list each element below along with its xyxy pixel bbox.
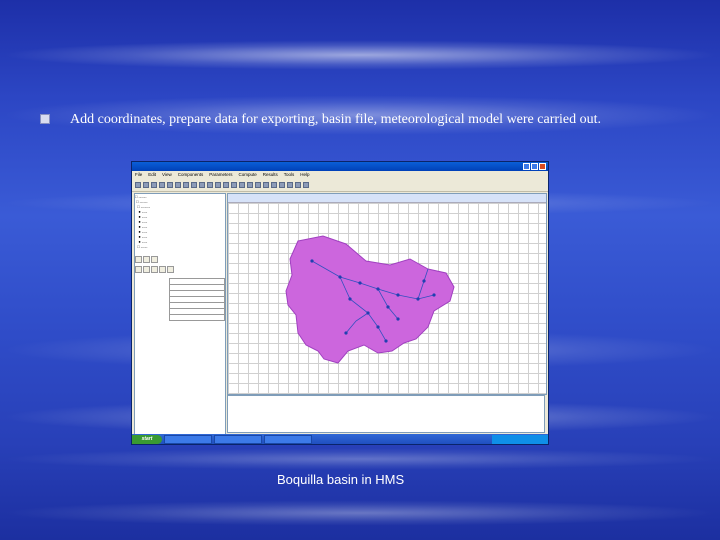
watershed-explorer: □ ------ □ ------ □ ------- ● ---- ● ---… — [134, 193, 226, 435]
basin-map-window — [227, 193, 547, 395]
component-tree: □ ------ □ ------ □ ------- ● ---- ● ---… — [135, 194, 151, 249]
menu-item: View — [162, 172, 172, 177]
map-window-title — [228, 194, 546, 203]
message-log — [227, 395, 545, 433]
explorer-tabs — [135, 256, 225, 263]
hms-screenshot: File Edit View Components Parameters Compute R… — [131, 161, 549, 445]
bullet-icon — [40, 114, 50, 124]
menu-item: Results — [262, 172, 278, 177]
menu-item: File — [135, 172, 143, 177]
menu-bar: File Edit View Components Parameters Compute R… — [132, 171, 548, 179]
boquilla-basin-shape — [285, 235, 455, 364]
slide-caption: Boquilla basin in HMS — [277, 472, 405, 487]
taskbar-item — [214, 434, 262, 444]
taskbar-item — [164, 434, 212, 444]
window-controls — [523, 163, 546, 170]
menu-item: Components — [177, 172, 204, 177]
background-streak — [0, 40, 720, 70]
taskbar: start — [132, 434, 548, 444]
basin-map — [285, 235, 455, 364]
map-grid — [228, 203, 546, 394]
background-streak — [0, 500, 720, 526]
menu-item: Compute — [238, 172, 257, 177]
system-tray — [492, 434, 548, 444]
window-titlebar — [132, 162, 548, 171]
start-button: start — [132, 434, 162, 444]
component-editor-tabs — [135, 266, 225, 273]
menu-item: Help — [300, 172, 310, 177]
toolbar — [132, 179, 548, 192]
taskbar-item — [264, 434, 312, 444]
component-editor — [135, 277, 225, 321]
bullet-text: Add coordinates, prepare data for export… — [70, 112, 602, 127]
background-streak — [0, 448, 720, 470]
menu-item: Tools — [283, 172, 295, 177]
menu-item: Parameters — [209, 172, 233, 177]
menu-item: Edit — [148, 172, 157, 177]
